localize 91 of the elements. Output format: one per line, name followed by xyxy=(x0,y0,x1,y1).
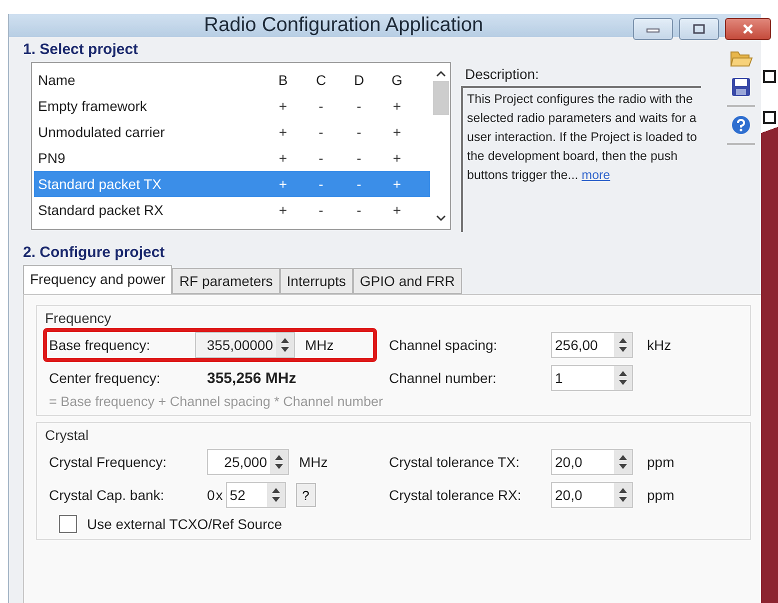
save-icon[interactable] xyxy=(731,77,752,97)
project-row[interactable]: Unmodulated carrier + - - + xyxy=(34,119,430,145)
spin-field[interactable]: 20,0 xyxy=(551,482,633,508)
checkbox[interactable] xyxy=(59,515,77,533)
table-cell-text: + xyxy=(278,202,288,218)
tab[interactable]: Frequency and power xyxy=(23,265,172,294)
section-title: 2. Configure project xyxy=(23,244,166,261)
column-header[interactable]: D xyxy=(340,72,378,88)
description-label: Description: xyxy=(464,65,540,84)
field-label: Crystal tolerance TX: xyxy=(388,454,520,470)
unit-label: ppm xyxy=(646,454,676,470)
table-cell-text: + xyxy=(392,202,402,218)
center-frequency-value: 355,256 MHz xyxy=(207,370,296,386)
help-icon[interactable] xyxy=(731,115,752,135)
spin-arrows-icon[interactable] xyxy=(614,366,632,390)
field-label: Crystal Frequency: xyxy=(48,454,168,470)
spin-arrows-icon[interactable] xyxy=(276,333,294,357)
table-cell-text: + xyxy=(392,98,402,114)
spin-field[interactable]: 256,00 xyxy=(551,332,633,358)
table-cell-text: - xyxy=(356,176,362,192)
table-cell-text: - xyxy=(356,150,362,166)
tab[interactable]: RF parameters xyxy=(172,268,280,294)
unit-label: MHz xyxy=(304,337,334,353)
spin-arrows-icon[interactable] xyxy=(266,483,285,507)
table-cell-text: + xyxy=(278,150,288,166)
tab[interactable]: Interrupts xyxy=(280,268,353,294)
field-label: Base frequency: xyxy=(48,337,152,353)
column-header[interactable]: C xyxy=(302,72,340,88)
window-title: Radio Configuration Application xyxy=(204,14,484,37)
spin-arrows-icon[interactable] xyxy=(614,333,632,357)
column-header[interactable]: G xyxy=(378,72,416,88)
table-cell-text: - xyxy=(318,98,324,114)
spin-field[interactable]: 52 xyxy=(226,482,286,508)
column-header[interactable]: Name xyxy=(34,72,264,88)
unit-label: ppm xyxy=(646,487,676,503)
square-icon xyxy=(763,111,776,124)
table-cell-text: Standard packet RX xyxy=(37,202,164,218)
table-cell-text: + xyxy=(392,124,402,140)
maximize-icon xyxy=(692,23,706,35)
spin-field[interactable]: 25,000 xyxy=(207,449,289,475)
spin-field[interactable]: 20,0 xyxy=(551,449,633,475)
spin-arrows-icon[interactable] xyxy=(614,483,632,507)
table-cell-text: Empty framework xyxy=(37,98,148,114)
checkbox-label: Use external TCXO/Ref Source xyxy=(87,516,282,532)
table-cell-text: + xyxy=(278,124,288,140)
project-row[interactable]: Empty framework + - - + xyxy=(34,93,430,119)
scroll-thumb[interactable] xyxy=(433,81,449,115)
table-cell-text: - xyxy=(356,98,362,114)
table-cell-text: - xyxy=(318,150,324,166)
field-label: Crystal tolerance RX: xyxy=(388,487,522,503)
field-label: Channel spacing: xyxy=(388,337,498,353)
group-title: Crystal xyxy=(45,427,90,443)
field-label: Crystal Cap. bank: xyxy=(48,487,166,503)
field-label: Center frequency: xyxy=(48,370,162,386)
minimize-button[interactable] xyxy=(633,18,673,40)
table-cell-text: Unmodulated carrier xyxy=(37,124,166,140)
project-row[interactable]: PN9 + - - + xyxy=(34,145,430,171)
table-cell-text: - xyxy=(318,202,324,218)
section-title: 1. Select project xyxy=(23,41,140,58)
table-cell-text: Standard packet TX xyxy=(37,176,162,192)
tab[interactable]: GPIO and FRR xyxy=(352,268,462,294)
table-cell-text: + xyxy=(278,98,288,114)
more-link[interactable]: more xyxy=(582,168,610,182)
table-cell-text: - xyxy=(356,202,362,218)
table-cell-text: PN9 xyxy=(37,150,66,166)
spin-arrows-icon[interactable] xyxy=(614,450,632,474)
table-cell-text: - xyxy=(318,124,324,140)
description-text: This Project configures the radio with the selected radio parameters and waits for a user interaction. If the Project is loaded to the development board, then the push buttons trigger the... more xyxy=(461,86,701,232)
square-icon xyxy=(763,70,776,83)
maximize-button[interactable] xyxy=(679,18,719,40)
formula-note: = Base frequency + Channel spacing * Channel number xyxy=(48,394,384,409)
hex-prefix: 0x xyxy=(207,487,224,503)
help-button[interactable]: ? xyxy=(296,483,316,507)
spin-arrows-icon[interactable] xyxy=(270,450,288,474)
table-cell-text: + xyxy=(392,176,402,192)
close-button[interactable] xyxy=(725,18,771,40)
close-icon xyxy=(741,23,755,35)
unit-label: kHz xyxy=(646,337,672,353)
table-cell-text: - xyxy=(318,176,324,192)
table-cell-text: + xyxy=(392,150,402,166)
column-header[interactable]: B xyxy=(264,72,302,88)
table-cell-text: + xyxy=(278,176,288,192)
unit-label: MHz xyxy=(298,454,328,470)
spin-field[interactable]: 355,00000 xyxy=(195,332,295,358)
group-title: Frequency xyxy=(45,310,112,326)
table-cell-text: - xyxy=(356,124,362,140)
scroll-down-icon[interactable] xyxy=(435,213,447,223)
field-label: Channel number: xyxy=(388,370,498,386)
scroll-up-icon[interactable] xyxy=(435,69,447,79)
spin-field[interactable]: 1 xyxy=(551,365,633,391)
project-row[interactable]: Standard packet RX + - - + xyxy=(34,197,430,223)
